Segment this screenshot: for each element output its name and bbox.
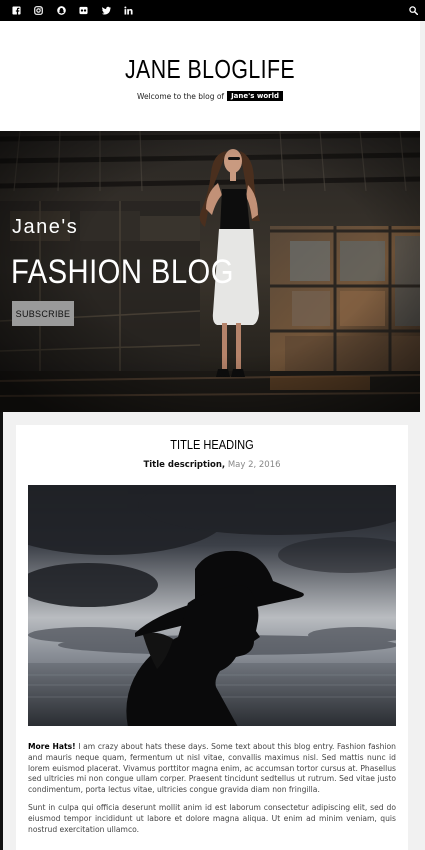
post-body: More Hats! I am crazy about hats these d… <box>28 742 396 842</box>
post-paragraph-1: More Hats! I am crazy about hats these d… <box>28 742 396 796</box>
post-paragraph-1-text: I am crazy about hats these days. Some t… <box>28 742 396 795</box>
facebook-icon[interactable] <box>5 0 28 21</box>
top-bar <box>0 0 425 21</box>
tagline-badge: Jane's world <box>227 91 284 101</box>
linkedin-icon[interactable] <box>118 0 141 21</box>
instagram-icon[interactable] <box>28 0 51 21</box>
site-header: JANE BLOGLIFE Welcome to the blog of Jan… <box>0 21 420 131</box>
twitter-icon[interactable] <box>95 0 118 21</box>
social-links <box>0 0 140 21</box>
woman-hat-silhouette-image <box>28 485 396 726</box>
post-title: TITLE HEADING <box>170 437 254 452</box>
post-date: May 2, 2016 <box>227 460 281 470</box>
hero-banner: Jane's FASHION BLOG SUBSCRIBE <box>0 131 420 412</box>
post-description-text: Title description, <box>143 460 226 470</box>
site-title[interactable]: JANE BLOGLIFE <box>38 54 382 85</box>
post-paragraph-2: Sunt in culpa qui officia deserunt molli… <box>28 802 396 834</box>
subscribe-button[interactable]: SUBSCRIBE <box>12 301 74 326</box>
blog-post-card: TITLE HEADING Title description, May 2, … <box>16 425 408 850</box>
site-tagline: Welcome to the blog of Jane's world <box>0 91 420 101</box>
post-image <box>28 485 396 726</box>
hero-title: FASHION BLOG <box>11 253 234 291</box>
post-lead: More Hats! <box>28 742 76 751</box>
tagline-text: Welcome to the blog of <box>136 91 225 101</box>
snapchat-icon[interactable] <box>50 0 73 21</box>
flickr-icon[interactable] <box>73 0 96 21</box>
search-icon[interactable] <box>405 0 421 21</box>
post-description: Title description, May 2, 2016 <box>16 460 408 470</box>
hero-subtitle: Jane's <box>12 216 79 238</box>
